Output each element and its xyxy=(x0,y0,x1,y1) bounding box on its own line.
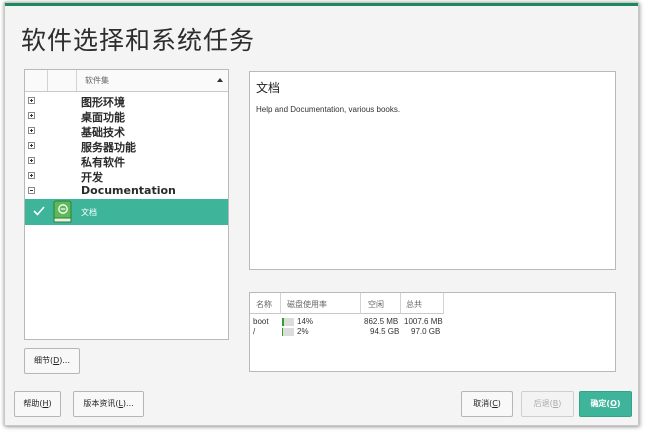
window-accent-bar xyxy=(5,3,638,6)
help-button[interactable]: 帮助(H) xyxy=(14,391,61,417)
pattern-tree[interactable]: 软件集 图形环境 桌面功能 基础技术 服务器功能 私有软件 开发 Documen… xyxy=(24,69,229,340)
usage-percent: 2% xyxy=(297,327,309,336)
column-header-free[interactable]: 空闲 xyxy=(361,293,401,314)
collapse-minus-icon[interactable] xyxy=(28,187,35,194)
back-button[interactable]: 后退(B) xyxy=(521,391,574,417)
cancel-button-label: 取消( xyxy=(473,399,493,408)
tree-header-label[interactable]: 软件集 xyxy=(85,75,109,86)
tree-item-selected[interactable]: 文档 xyxy=(25,199,228,225)
tree-group-label: 桌面功能 xyxy=(81,111,125,124)
ok-button-label: 确定( xyxy=(590,399,611,408)
disk-name: / xyxy=(253,327,256,336)
back-button-label: 后退( xyxy=(533,399,553,408)
description-text: Help and Documentation, various books. xyxy=(256,105,401,114)
table-row[interactable]: / 2% 94.5 GB 97.0 GB xyxy=(250,327,450,338)
tree-group-label: 服务器功能 xyxy=(81,141,136,154)
description-title: 文档 xyxy=(256,81,281,95)
tree-group-label: 基础技术 xyxy=(81,126,125,139)
installer-window: 软件选择和系统任务 软件集 图形环境 桌面功能 基础技术 服务器功能 私有软件 xyxy=(4,2,639,426)
free-space: 94.5 GB xyxy=(370,327,400,336)
column-header-name[interactable]: 名称 xyxy=(250,293,281,314)
cancel-button-tail: ) xyxy=(497,399,501,408)
tree-group-row[interactable]: 私有软件 xyxy=(25,154,228,169)
tree-header-icon-col xyxy=(48,70,77,91)
tree-header: 软件集 xyxy=(25,70,228,92)
tree-group-label: 图形环境 xyxy=(81,96,125,109)
sort-ascending-icon[interactable] xyxy=(217,78,223,82)
free-space: 862.5 MB xyxy=(364,317,399,326)
total-space: 1007.6 MB xyxy=(404,317,443,326)
help-button-label: 帮助( xyxy=(23,399,43,408)
expand-plus-icon[interactable] xyxy=(28,142,35,149)
column-header-total[interactable]: 总共 xyxy=(401,293,444,314)
book-icon xyxy=(53,200,72,223)
disk-usage-table[interactable]: 名称 磁盘使用率 空闲 总共 boot 14% 862.5 MB 1007.6 … xyxy=(249,292,616,372)
release-notes-button-tail: )... xyxy=(122,399,134,408)
details-button[interactable]: 细节(D)... xyxy=(24,348,80,374)
page-title: 软件选择和系统任务 xyxy=(21,26,256,55)
usage-bar xyxy=(282,328,294,336)
tree-group-row[interactable]: 图形环境 xyxy=(25,94,228,109)
help-button-tail: ) xyxy=(48,399,52,408)
tree-group-row[interactable]: Documentation xyxy=(25,184,228,199)
ok-button-mnemonic: O xyxy=(610,399,617,408)
expand-plus-icon[interactable] xyxy=(28,97,35,104)
ok-button[interactable]: 确定(O) xyxy=(579,391,632,417)
description-panel: 文档 Help and Documentation, various books… xyxy=(249,71,616,270)
tree-group-row[interactable]: 开发 xyxy=(25,169,228,184)
cancel-button[interactable]: 取消(C) xyxy=(461,391,513,417)
details-button-label: 细节( xyxy=(33,356,54,365)
disk-usage-header: 名称 磁盘使用率 空闲 总共 xyxy=(250,293,444,314)
usage-percent: 14% xyxy=(297,317,314,326)
total-space: 97.0 GB xyxy=(411,327,441,336)
expand-plus-icon[interactable] xyxy=(28,112,35,119)
back-button-tail: ) xyxy=(558,399,562,408)
column-header-usage[interactable]: 磁盘使用率 xyxy=(281,293,361,314)
tree-item-label: 文档 xyxy=(81,208,97,217)
usage-bar-fill xyxy=(282,318,284,326)
tree-header-status-col xyxy=(25,70,48,91)
checkmark-icon[interactable] xyxy=(32,204,46,218)
disk-name: boot xyxy=(253,317,269,326)
tree-group-label: 私有软件 xyxy=(81,156,125,169)
tree-group-row[interactable]: 桌面功能 xyxy=(25,109,228,124)
tree-group-row[interactable]: 基础技术 xyxy=(25,124,228,139)
expand-plus-icon[interactable] xyxy=(28,172,35,179)
expand-plus-icon[interactable] xyxy=(28,127,35,134)
release-notes-button[interactable]: 版本资讯(L)... xyxy=(73,391,144,417)
tree-group-row[interactable]: 服务器功能 xyxy=(25,139,228,154)
expand-plus-icon[interactable] xyxy=(28,157,35,164)
ok-button-tail: ) xyxy=(616,399,621,408)
usage-bar xyxy=(282,318,294,326)
details-button-tail: )... xyxy=(59,356,71,365)
release-notes-button-label: 版本资讯( xyxy=(83,399,119,408)
tree-group-label: 开发 xyxy=(81,171,103,184)
tree-group-label: Documentation xyxy=(81,184,176,197)
